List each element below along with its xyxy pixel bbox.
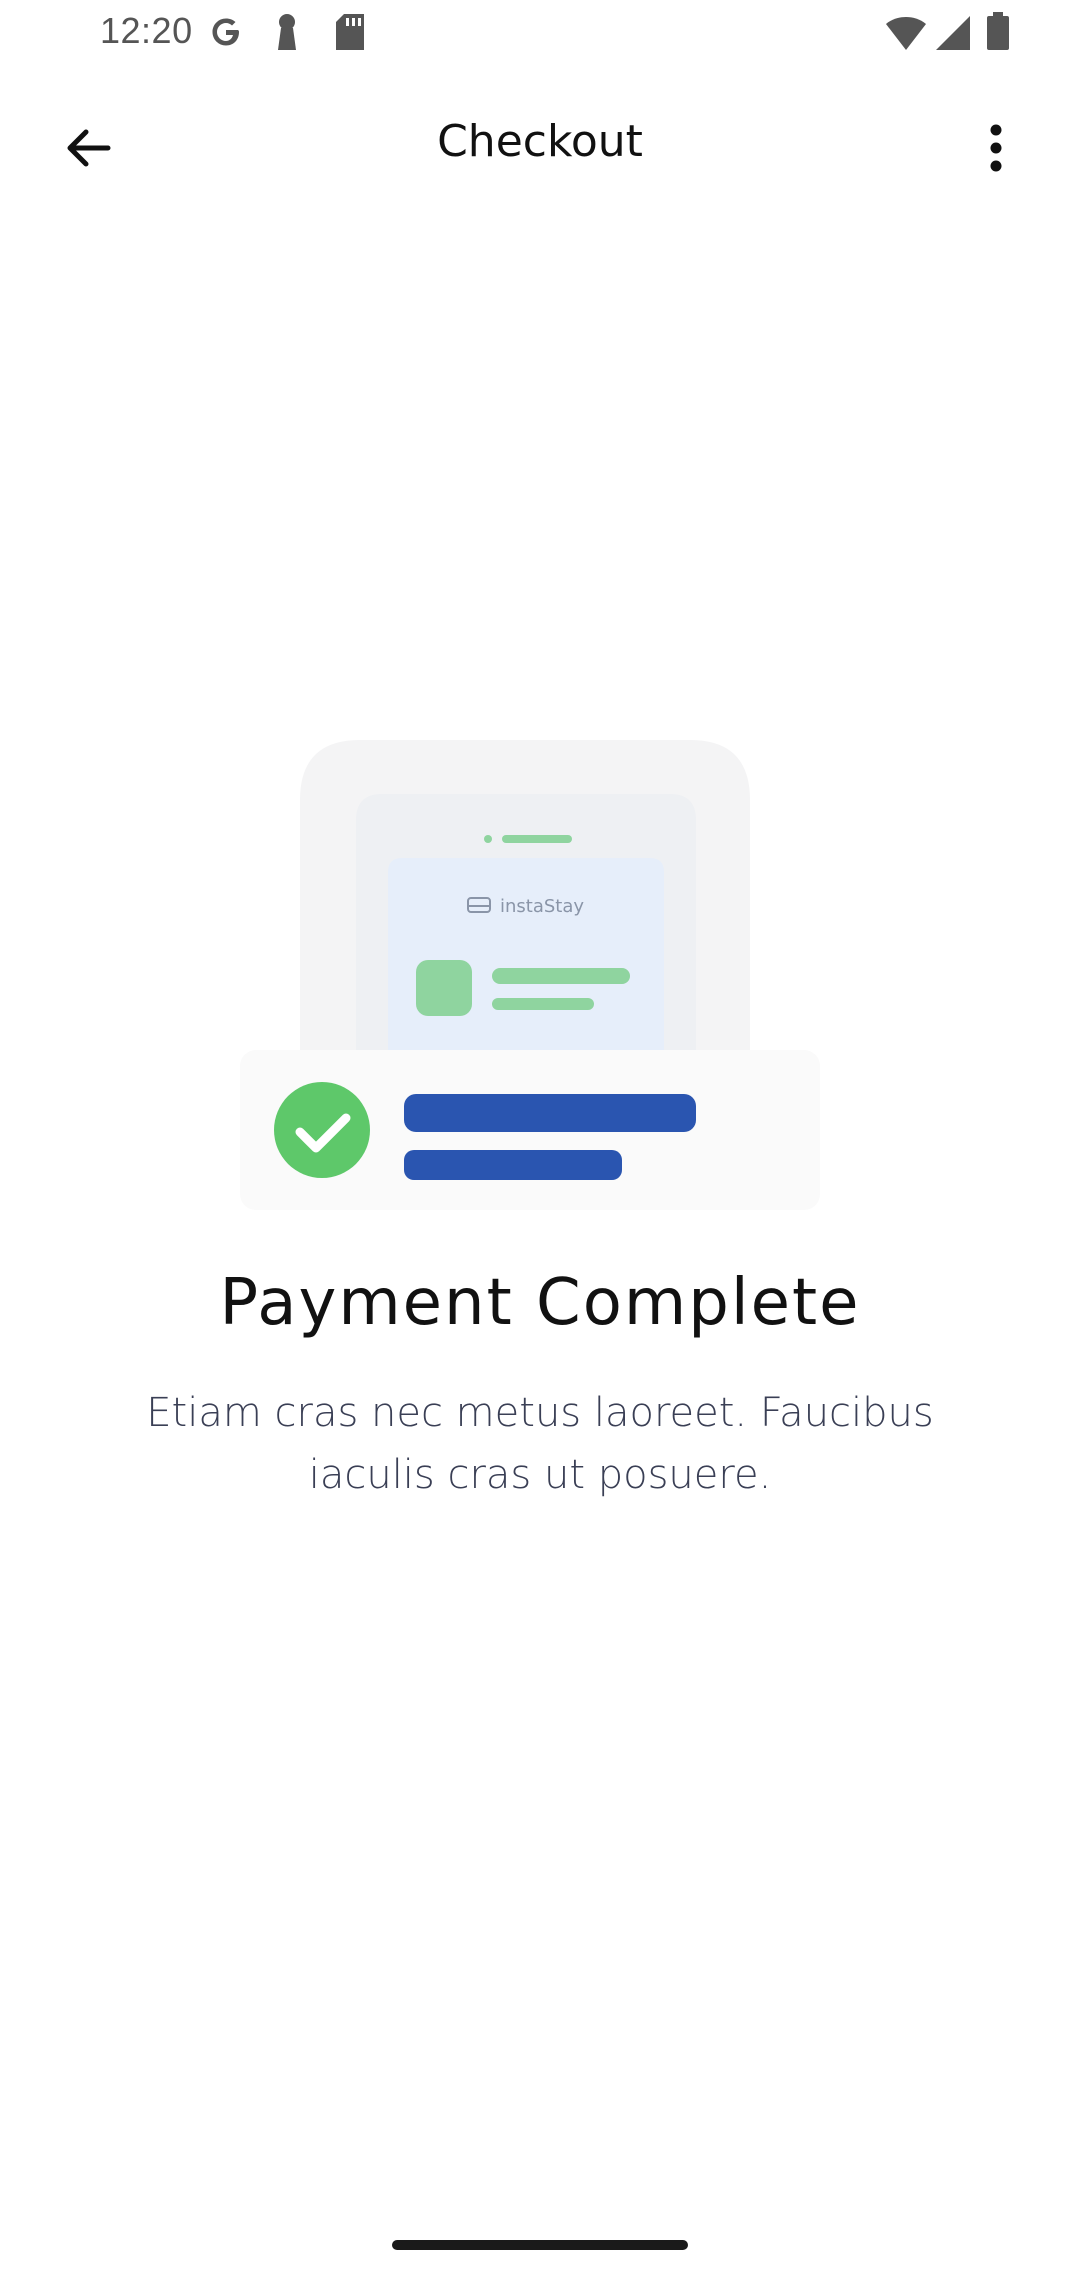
indicator-line: [502, 835, 572, 843]
gesture-bar[interactable]: [392, 2240, 688, 2250]
description: Etiam cras nec metus laoreet. Faucibus i…: [146, 1390, 934, 1498]
google-icon: [208, 14, 244, 54]
key-icon: [272, 12, 302, 56]
confirmation-bar-1: [404, 1094, 696, 1132]
wifi-icon: [884, 16, 928, 56]
sd-card-icon: [334, 12, 366, 56]
signal-icon: [934, 14, 972, 56]
confirmation-bar-2: [404, 1150, 622, 1180]
battery-icon: [986, 12, 1010, 56]
status-bar: 12:20: [0, 0, 1080, 68]
page-title: Checkout: [437, 116, 643, 167]
more-vert-icon: [990, 124, 1002, 172]
ticket-panel: [388, 858, 664, 1050]
success-check-icon: [274, 1082, 370, 1178]
headline: Payment Complete: [219, 1266, 861, 1340]
more-options-button[interactable]: [956, 108, 1036, 188]
indicator-dot: [484, 835, 492, 843]
brand-label: instaStay: [500, 896, 584, 917]
ticket-thumbnail: [416, 960, 472, 1016]
payment-complete-illustration: instaStay: [230, 730, 830, 1230]
app-bar: Checkout: [0, 80, 1080, 208]
ticket-line-2: [492, 998, 594, 1010]
status-time: 12:20: [100, 10, 193, 51]
ticket-line-1: [492, 968, 630, 984]
